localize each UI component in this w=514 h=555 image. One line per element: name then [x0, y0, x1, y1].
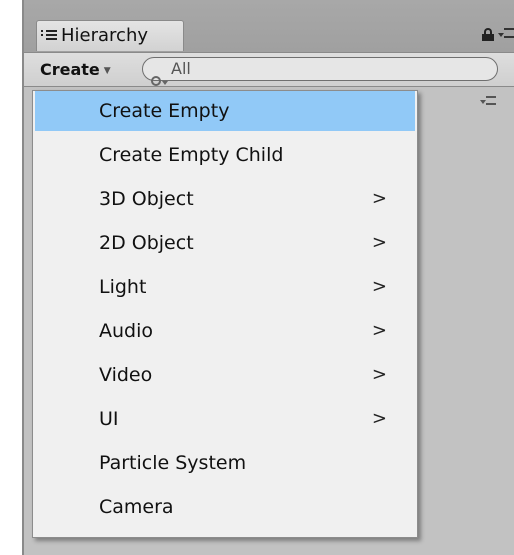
- menu-item-label: Create Empty: [99, 100, 230, 122]
- submenu-arrow-icon: >: [371, 408, 387, 429]
- menu-item-create-empty-child[interactable]: Create Empty Child: [35, 135, 415, 175]
- lock-icon[interactable]: [482, 28, 494, 41]
- menu-item-2d-object[interactable]: 2D Object >: [35, 223, 415, 263]
- menu-item-label: Particle System: [99, 452, 247, 474]
- menu-item-label: Create Empty Child: [99, 144, 284, 166]
- menu-item-camera[interactable]: Camera: [35, 487, 415, 527]
- create-button[interactable]: Create ▼: [34, 57, 119, 83]
- search-input[interactable]: All: [142, 57, 498, 86]
- hierarchy-list-icon: [41, 28, 57, 42]
- menu-item-video[interactable]: Video >: [35, 355, 415, 395]
- menu-item-label: 3D Object: [99, 188, 194, 210]
- scene-menu-icon[interactable]: [480, 96, 496, 108]
- hierarchy-toolbar: Create ▼ All: [24, 52, 514, 87]
- submenu-arrow-icon: >: [371, 232, 387, 253]
- submenu-arrow-icon: >: [371, 276, 387, 297]
- menu-item-label: 2D Object: [99, 232, 194, 254]
- create-button-label: Create: [40, 60, 100, 79]
- submenu-arrow-icon: >: [371, 188, 387, 209]
- menu-item-label: Light: [99, 276, 147, 298]
- submenu-arrow-icon: >: [371, 364, 387, 385]
- menu-item-ui[interactable]: UI >: [35, 399, 415, 439]
- menu-item-label: Audio: [99, 320, 154, 342]
- menu-item-label: Video: [99, 364, 153, 386]
- create-dropdown-menu: Create Empty Create Empty Child 3D Objec…: [32, 90, 418, 538]
- tab-hierarchy[interactable]: Hierarchy: [36, 20, 184, 51]
- tab-hierarchy-label: Hierarchy: [61, 25, 149, 46]
- menu-item-3d-object[interactable]: 3D Object >: [35, 179, 415, 219]
- menu-item-audio[interactable]: Audio >: [35, 311, 415, 351]
- menu-item-light[interactable]: Light >: [35, 267, 415, 307]
- chevron-down-icon: ▼: [103, 66, 111, 76]
- menu-item-create-empty[interactable]: Create Empty: [35, 91, 415, 131]
- menu-item-label: UI: [99, 408, 119, 430]
- menu-item-particle-system[interactable]: Particle System: [35, 443, 415, 483]
- panel-menu-icon[interactable]: [498, 28, 514, 42]
- search-input-value: All: [171, 59, 191, 78]
- submenu-arrow-icon: >: [371, 320, 387, 341]
- menu-item-label: Camera: [99, 496, 174, 518]
